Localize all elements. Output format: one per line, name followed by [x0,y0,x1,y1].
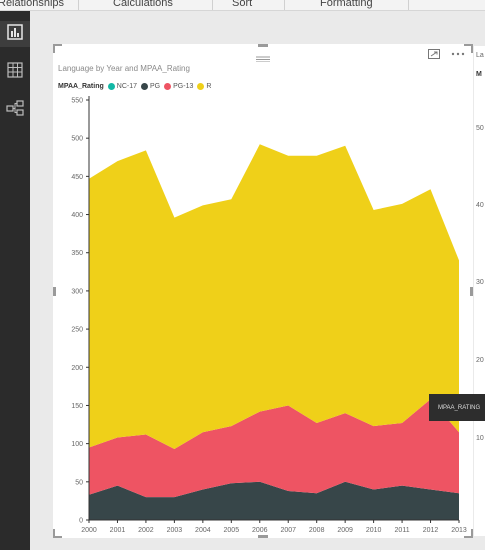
table-icon [7,61,23,83]
second-visual-title: La [476,52,484,59]
y-axis-tick-label: 250 [71,327,83,334]
y-axis-tick-label: 50 [75,479,83,486]
x-axis-tick-label: 2012 [423,527,439,534]
y-axis-tick-label: 500 [71,136,83,143]
ribbon-tabs: Relationships Calculations Sort Formatti… [0,0,485,11]
ribbon-separator [408,0,409,10]
report-view-button[interactable] [0,21,30,47]
second-visual-legend: M [476,71,482,78]
second-visual-axis-label: 20 [476,357,484,364]
y-axis-tick-label: 150 [71,403,83,410]
ribbon-separator [284,0,285,10]
ribbon-tab-formatting[interactable]: Formatting [320,0,373,10]
y-axis-tick-label: 300 [71,288,83,295]
x-axis-tick-label: 2007 [280,527,296,534]
x-axis-tick-label: 2009 [337,527,353,534]
y-axis-tick-label: 400 [71,212,83,219]
x-axis-tick-label: 2010 [366,527,382,534]
second-visual-axis-label: 10 [476,435,484,442]
second-visual-axis-label: 50 [476,125,484,132]
y-axis-tick-label: 350 [71,250,83,257]
stacked-area-chart[interactable]: 0 50 100 150 200 250 300 350 400 450 500 550 2000 200… [53,44,473,538]
y-axis-tick-label: 0 [79,518,83,525]
x-axis-tick-label: 2002 [138,527,154,534]
ribbon-separator [212,0,213,10]
y-axis-tick-label: 100 [71,441,83,448]
y-axis-tick-label: 550 [71,98,83,105]
second-visual-axis-label: 40 [476,202,484,209]
x-axis-tick-label: 2001 [110,527,126,534]
ribbon-tab-relationships[interactable]: Relationships [0,0,64,10]
second-visual-partial[interactable]: La M 50 40 30 20 10 [474,46,485,536]
ribbon-separator [78,0,79,10]
relationship-icon [6,99,24,121]
tooltip-label: MPAA_RATING [438,404,481,411]
x-axis-tick-label: 2008 [309,527,325,534]
x-axis-tick-label: 2013 [451,527,467,534]
x-axis-tick-label: 2005 [224,527,240,534]
x-axis-tick-label: 2006 [252,527,268,534]
bar-chart-icon [7,23,23,45]
tooltip-popup: MPAA_RATING [429,394,485,421]
ribbon-tab-calculations[interactable]: Calculations [113,0,173,10]
data-view-button[interactable] [0,59,30,85]
y-axis-tick-label: 200 [71,365,83,372]
x-axis-tick-label: 2011 [395,527,410,534]
x-axis-tick-label: 2004 [195,527,211,534]
relationships-view-button[interactable] [0,97,30,123]
x-axis-tick-label: 2003 [167,527,183,534]
ribbon-tab-sort[interactable]: Sort [232,0,252,10]
second-visual-axis-label: 30 [476,279,484,286]
view-sidebar [0,11,30,550]
area-series-r[interactable] [89,144,459,450]
x-axis-tick-label: 2000 [81,527,97,534]
y-axis-tick-label: 450 [71,174,83,181]
area-chart-visual[interactable]: Language by Year and MPAA_Rating MPAA_Ra… [53,44,485,538]
